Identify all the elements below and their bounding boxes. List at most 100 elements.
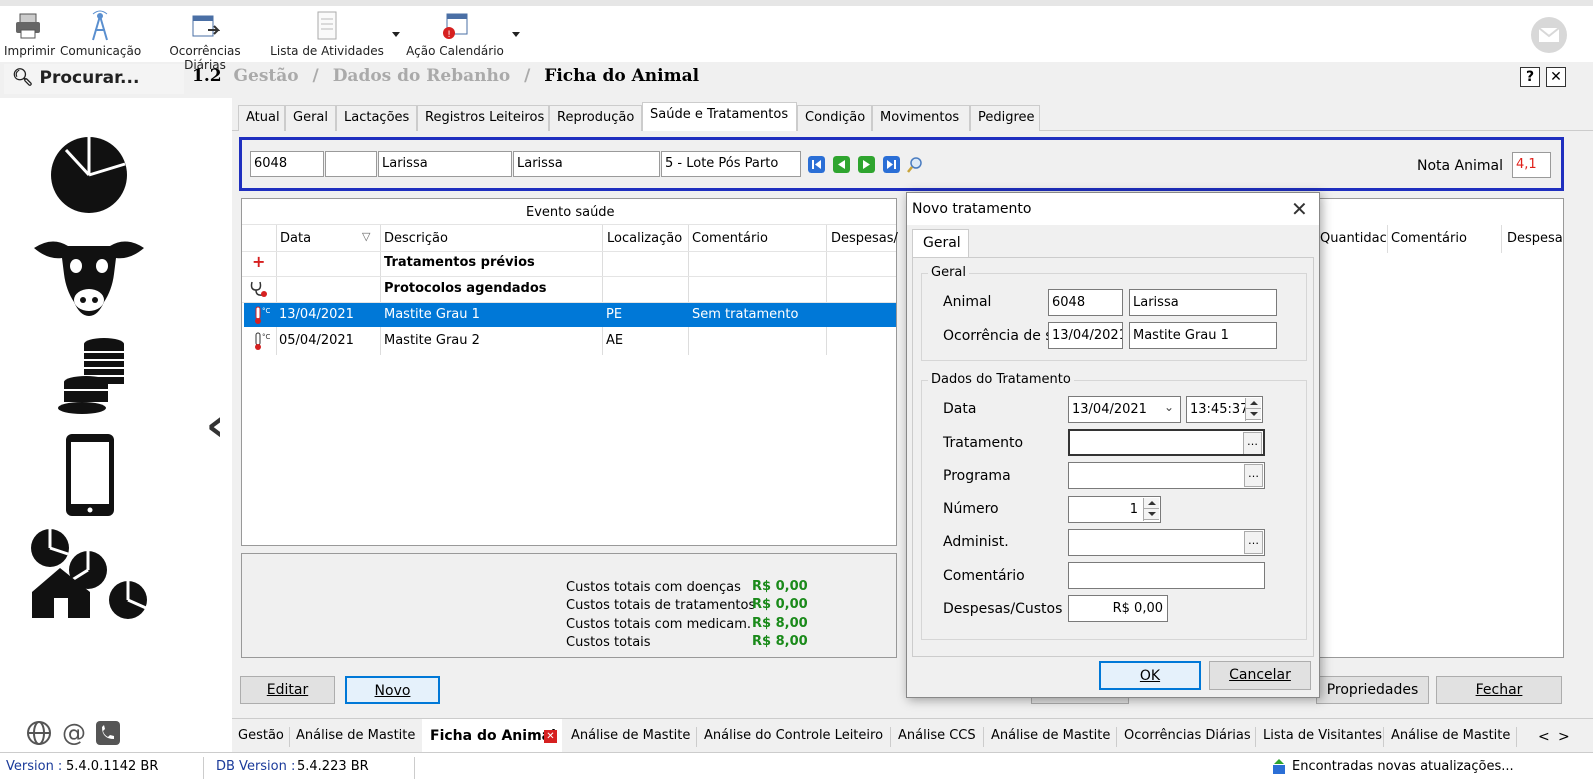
column-header-localizacao[interactable]: Localização — [607, 231, 682, 246]
communication-button[interactable]: Comunicação — [60, 10, 141, 58]
last-record-icon[interactable] — [883, 156, 900, 173]
table-row[interactable]: °C 05/04/2021 Mastite Grau 2 AE — [244, 329, 896, 353]
doc-tab-ocorrencias-diarias[interactable]: Ocorrências Diárias — [1124, 725, 1251, 746]
previous-record-icon[interactable] — [833, 156, 850, 173]
animal-name-field[interactable]: Larissa — [378, 151, 512, 177]
daily-occurrences-button[interactable]: Ocorrências Diárias — [148, 10, 262, 72]
breadcrumb-gestao[interactable]: Gestão — [234, 66, 299, 86]
update-message[interactable]: Encontradas novas atualizações... — [1292, 759, 1514, 774]
cancel-button[interactable]: Cancelar — [1209, 661, 1311, 690]
tab-pedigree[interactable]: Pedigree — [970, 105, 1040, 131]
close-button[interactable]: Fechar — [1436, 676, 1562, 704]
tab-lactacoes[interactable]: Lactações — [336, 105, 417, 131]
animal-nickname-field[interactable]: Larissa — [513, 151, 660, 177]
doc-tab-gestao[interactable]: Gestão — [238, 725, 284, 746]
breadcrumb-herd-data[interactable]: Dados do Rebanho — [333, 66, 511, 86]
treatments-grid[interactable]: s Quantidac Comentário Despesa — [1308, 198, 1564, 658]
dialog-occurrence-date[interactable]: 13/04/2021 — [1048, 322, 1123, 349]
spin-up-icon[interactable] — [1246, 398, 1261, 409]
table-row[interactable]: + Tratamentos prévios — [244, 251, 896, 275]
next-record-icon[interactable] — [858, 156, 875, 173]
tab-saude-tratamentos[interactable]: Saúde e Tratamentos — [642, 102, 797, 131]
doc-tab-ficha-animal[interactable]: Ficha do Animal ✕ — [422, 719, 562, 753]
activity-list-dropdown-icon[interactable] — [392, 32, 400, 37]
table-row[interactable]: Protocolos agendados — [244, 277, 896, 301]
spin-down-icon[interactable] — [1246, 409, 1261, 420]
search-input[interactable]: 🔍︎ Procurar... — [4, 64, 184, 94]
spin-down-icon[interactable] — [1144, 509, 1159, 520]
animal-lot-field[interactable]: 5 - Lote Pós Parto — [661, 151, 801, 177]
program-ellipsis-button[interactable]: … — [1244, 464, 1263, 487]
search-animal-icon[interactable] — [906, 156, 923, 173]
treatment-select[interactable]: … — [1068, 429, 1265, 456]
mobile-phone-icon[interactable] — [64, 432, 116, 518]
tab-registros-leiteiros[interactable]: Registros Leiteiros — [417, 105, 549, 131]
new-button[interactable]: Novo — [345, 676, 440, 704]
tabs-scroll-left-icon[interactable]: < — [1538, 729, 1550, 745]
spin-up-icon[interactable] — [1144, 498, 1159, 509]
update-icon[interactable] — [1272, 759, 1286, 775]
chevron-down-icon[interactable]: ⌄ — [1164, 400, 1174, 414]
column-header-despesa[interactable]: Despesa — [1507, 231, 1563, 246]
doc-tab-analise-mastite[interactable]: Análise de Mastite — [991, 725, 1110, 746]
column-header-comentario[interactable]: Comentário — [692, 231, 768, 246]
close-window-button[interactable]: ✕ — [1546, 67, 1566, 87]
treatment-date-picker[interactable]: 13/04/2021 ⌄ — [1068, 396, 1181, 423]
phone-icon[interactable] — [96, 721, 120, 745]
sort-descending-icon[interactable]: ▽ — [362, 230, 370, 243]
cow-icon[interactable] — [32, 230, 146, 318]
pie-chart-icon[interactable] — [48, 132, 130, 214]
first-record-icon[interactable] — [808, 156, 825, 173]
calendar-action-button[interactable]: ! Ação Calendário — [404, 10, 506, 58]
dialog-tab-geral[interactable]: Geral — [912, 229, 969, 258]
doc-tab-analise-mastite[interactable]: Análise de Mastite — [1391, 725, 1510, 746]
doc-tab-controle-leiteiro[interactable]: Análise do Controle Leiteiro — [704, 725, 883, 746]
tab-geral[interactable]: Geral — [285, 105, 336, 131]
activity-list-button[interactable]: Lista de Atividades — [270, 10, 384, 58]
properties-button[interactable]: Propriedades — [1316, 676, 1429, 704]
tab-reproducao[interactable]: Reprodução — [549, 105, 642, 131]
dialog-occurrence-description[interactable]: Mastite Grau 1 — [1129, 322, 1277, 349]
animal-number-field[interactable]: 6048 — [250, 151, 324, 177]
doc-tab-analise-mastite[interactable]: Análise de Mastite — [571, 725, 690, 746]
globe-icon[interactable] — [27, 721, 51, 745]
ok-button[interactable]: OK — [1099, 661, 1201, 690]
health-events-grid[interactable]: Evento saúde Data ▽ Descrição Localizaçã… — [241, 198, 898, 546]
administration-ellipsis-button[interactable]: … — [1244, 531, 1263, 554]
doc-tab-lista-visitantes[interactable]: Lista de Visitantes — [1263, 725, 1382, 746]
table-row[interactable]: °C 13/04/2021 Mastite Grau 1 PE Sem trat… — [244, 303, 896, 327]
mail-icon[interactable] — [1530, 16, 1568, 54]
email-at-icon[interactable]: @ — [62, 720, 86, 746]
column-header-data[interactable]: Data — [280, 231, 311, 246]
column-header-quantidade[interactable]: Quantidac — [1320, 231, 1387, 246]
close-icon[interactable]: ✕ — [1291, 197, 1308, 221]
number-spinner[interactable] — [1143, 498, 1159, 521]
comment-input[interactable] — [1068, 562, 1265, 589]
print-button[interactable]: Imprimir — [4, 10, 55, 58]
time-spinner[interactable] — [1245, 398, 1261, 421]
close-tab-icon[interactable]: ✕ — [544, 730, 557, 743]
column-header-descricao[interactable]: Descrição — [384, 231, 448, 246]
dialog-animal-name[interactable]: Larissa — [1129, 289, 1277, 316]
treatment-ellipsis-button[interactable]: … — [1243, 432, 1262, 454]
edit-button[interactable]: Editar — [240, 676, 335, 704]
tab-atual[interactable]: Atual — [238, 105, 285, 131]
treatment-time-field[interactable]: 13:45:37 — [1186, 396, 1263, 423]
farm-analytics-icon[interactable] — [28, 528, 150, 626]
program-select[interactable]: … — [1068, 462, 1265, 489]
animal-extra-field[interactable] — [325, 151, 377, 177]
collapse-sidebar-icon[interactable]: ‹ — [206, 400, 224, 451]
number-stepper[interactable]: 1 — [1068, 496, 1161, 523]
tabs-scroll-right-icon[interactable]: > — [1558, 729, 1570, 745]
column-header-comentario[interactable]: Comentário — [1391, 231, 1467, 246]
column-header-despesas[interactable]: Despesas/ — [831, 231, 898, 246]
doc-tab-analise-mastite[interactable]: Análise de Mastite — [296, 725, 415, 746]
dialog-animal-number[interactable]: 6048 — [1048, 289, 1123, 316]
help-button[interactable]: ? — [1520, 67, 1540, 87]
tab-condicao[interactable]: Condição — [797, 105, 872, 131]
doc-tab-analise-ccs[interactable]: Análise CCS — [898, 725, 976, 746]
coins-icon[interactable] — [52, 336, 128, 416]
expenses-input[interactable]: R$ 0,00 — [1068, 595, 1168, 622]
tab-movimentos[interactable]: Movimentos — [872, 105, 970, 131]
calendar-action-dropdown-icon[interactable] — [512, 32, 520, 37]
